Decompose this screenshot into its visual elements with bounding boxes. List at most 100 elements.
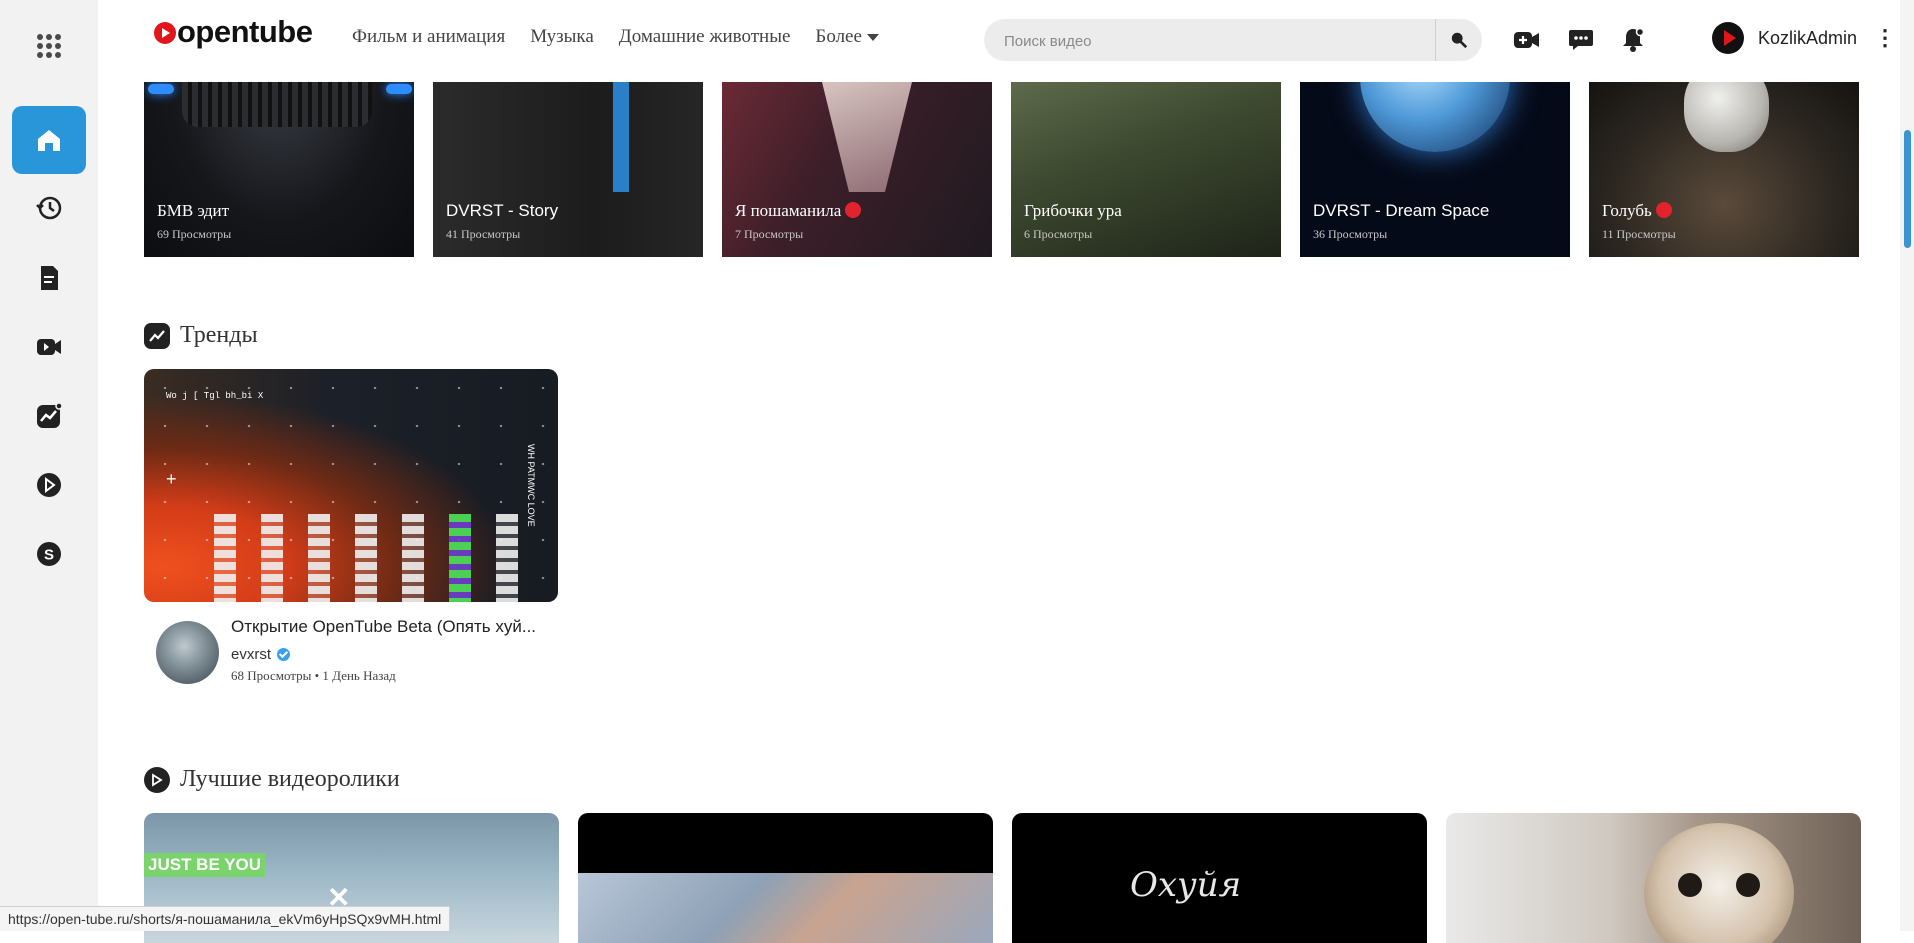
short-views: 41 Просмотры xyxy=(446,227,521,241)
channel-name[interactable]: evxrst xyxy=(231,646,291,663)
short-card[interactable]: Грибочки ура 6 Просмотры xyxy=(1011,82,1281,257)
short-views: 69 Просмотры xyxy=(157,227,232,241)
upload-video-button[interactable] xyxy=(1512,25,1542,55)
search-box xyxy=(984,19,1482,63)
sidebar-item-videos[interactable] xyxy=(12,313,86,381)
thumb-overlay-text: JUST BE YOU xyxy=(144,853,266,877)
devil-emoji-icon xyxy=(845,202,862,218)
thumb-cat xyxy=(1644,823,1794,943)
apps-grid-icon[interactable] xyxy=(12,12,86,80)
short-card[interactable]: Голубь 11 Просмотры xyxy=(1589,82,1859,257)
short-views: 11 Просмотры xyxy=(1602,227,1676,241)
short-title: Голубь xyxy=(1602,201,1672,221)
sidebar: S xyxy=(0,0,98,931)
short-title: DVRST - Dream Space xyxy=(1313,201,1490,220)
sidebar-item-shorts[interactable]: S xyxy=(12,520,86,588)
thumb-cat-eye xyxy=(1678,873,1702,897)
short-thumb-moon xyxy=(1360,82,1510,152)
chat-icon xyxy=(1569,30,1593,50)
play-circle-icon xyxy=(144,766,170,793)
short-card[interactable]: БМВ эдит 69 Просмотры xyxy=(144,82,414,257)
nav-music[interactable]: Музыка xyxy=(530,26,594,48)
apps-grid-svg xyxy=(37,34,61,58)
thumb-columns xyxy=(214,514,518,602)
verified-badge-icon xyxy=(277,648,291,661)
video-title[interactable]: Открытие OpenTube Beta (Опять хуй... xyxy=(231,617,561,637)
nav-more-dropdown[interactable]: Более xyxy=(815,26,879,48)
shorts-row: БМВ эдит 69 Просмотры DVRST - Story 41 П… xyxy=(144,82,1859,257)
best-video-thumbnail[interactable] xyxy=(1446,813,1861,943)
short-views: 36 Просмотры xyxy=(1313,227,1388,241)
short-title-text: Голубь xyxy=(1602,201,1652,220)
nav-pets[interactable]: Домашние животные xyxy=(619,26,791,48)
video-meta: 68 Просмотры • 1 День Назад xyxy=(231,668,396,683)
thumb-column xyxy=(496,514,518,602)
sidebar-item-history[interactable] xyxy=(12,174,86,242)
short-thumb-light-left xyxy=(148,84,174,94)
channel-name-text: evxrst xyxy=(231,646,272,663)
play-circle-icon xyxy=(37,473,61,497)
nav-film-animation[interactable]: Фильм и анимация xyxy=(352,26,505,48)
page-scrollbar[interactable] xyxy=(1900,0,1914,931)
short-views: 7 Просмотры xyxy=(735,227,804,241)
logo-text: opentube xyxy=(177,14,313,49)
channel-avatar[interactable] xyxy=(156,621,219,684)
thumb-small-text: Wo j [ Tgl bh_bi X xyxy=(166,391,264,401)
short-views: 6 Просмотры xyxy=(1024,227,1093,241)
home-icon xyxy=(38,130,60,151)
video-add-icon xyxy=(1514,32,1539,48)
sidebar-item-best[interactable] xyxy=(12,451,86,519)
messages-button[interactable] xyxy=(1566,25,1596,55)
short-title: Я пошаманила xyxy=(735,201,862,221)
sidebar-item-trending[interactable] xyxy=(12,382,86,450)
short-thumb-light-right xyxy=(386,84,412,94)
trending-icon xyxy=(37,402,63,428)
short-thumb-pigeon xyxy=(1684,82,1769,152)
best-video-thumbnail[interactable] xyxy=(578,813,993,943)
scrollbar-thumb[interactable] xyxy=(1904,130,1911,248)
document-icon xyxy=(41,266,58,290)
shorts-icon: S xyxy=(37,542,61,566)
section-title-best: Лучшие видеоролики xyxy=(144,766,400,793)
short-title: DVRST - Story xyxy=(446,201,559,220)
angry-emoji-icon xyxy=(1655,202,1672,218)
thumb-cat-eye xyxy=(1736,873,1760,897)
category-nav: Фильм и анимация Музыка Домашние животны… xyxy=(352,26,879,48)
thumb-vertical-text: WH PATMWC LOVE xyxy=(526,444,536,527)
thumb-column xyxy=(308,514,330,602)
search-input[interactable] xyxy=(1002,19,1426,63)
thumb-column xyxy=(261,514,283,602)
thumb-column xyxy=(214,514,236,602)
short-thumb-figure xyxy=(822,82,912,192)
thumb-plus-icon: + xyxy=(166,469,177,489)
svg-text:S: S xyxy=(44,547,54,564)
short-card[interactable]: Я пошаманила 7 Просмотры xyxy=(722,82,992,257)
thumb-column-highlight xyxy=(449,514,471,602)
short-card[interactable]: DVRST - Dream Space 36 Просмотры xyxy=(1300,82,1570,257)
section-title-trends: Тренды xyxy=(144,322,258,349)
short-thumb-accent xyxy=(613,82,629,192)
short-title-text: Я пошаманила xyxy=(735,201,842,220)
sidebar-item-home[interactable] xyxy=(12,106,86,174)
trend-video-thumbnail[interactable]: Wo j [ Tgl bh_bi X WH PATMWC LOVE + xyxy=(144,369,558,602)
bell-icon xyxy=(1623,27,1645,52)
section-title-text: Тренды xyxy=(180,322,258,348)
short-card[interactable]: DVRST - Story 41 Просмотры xyxy=(433,82,703,257)
thumb-image xyxy=(578,873,993,943)
search-button[interactable] xyxy=(1435,19,1482,61)
thumb-overlay-text: Охуйя xyxy=(1130,865,1242,905)
best-video-thumbnail[interactable]: Охуйя xyxy=(1012,813,1427,943)
trending-icon xyxy=(144,322,170,349)
search-icon xyxy=(1451,32,1468,49)
username[interactable]: KozlikAdmin xyxy=(1758,28,1857,49)
user-avatar[interactable] xyxy=(1712,22,1744,54)
notifications-button[interactable] xyxy=(1618,25,1648,55)
logo-play-icon xyxy=(154,22,176,44)
opentube-logo[interactable]: opentube xyxy=(154,14,313,50)
thumb-column xyxy=(402,514,424,602)
history-icon xyxy=(36,196,62,220)
short-thumb-grille xyxy=(182,82,372,127)
sidebar-item-notes[interactable] xyxy=(12,244,86,312)
more-options-icon[interactable]: ⋮ xyxy=(1874,27,1896,49)
top-header: opentube Фильм и анимация Музыка Домашни… xyxy=(98,0,1914,80)
